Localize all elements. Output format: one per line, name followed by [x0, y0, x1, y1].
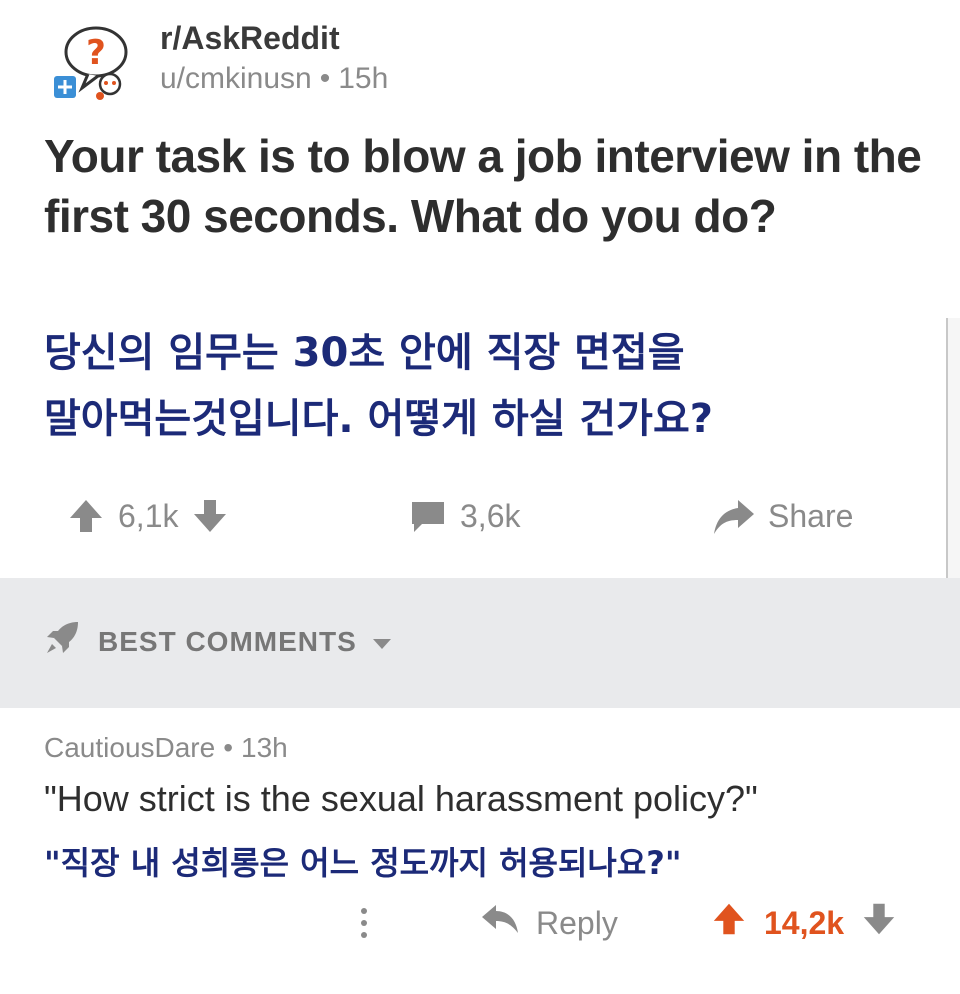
downvote-icon[interactable]: [860, 900, 898, 946]
upvote-icon[interactable]: [66, 496, 106, 536]
comment-bubble-icon: [408, 496, 448, 536]
subreddit-name[interactable]: r/AskReddit: [160, 20, 340, 57]
svg-text:?: ?: [86, 33, 106, 73]
post-score: 6,1k: [118, 497, 179, 534]
comment-age: 13h: [241, 732, 288, 763]
reply-label: Reply: [536, 904, 618, 941]
sort-selector[interactable]: BEST COMMENTS: [44, 620, 393, 663]
upvote-icon[interactable]: [710, 900, 748, 946]
post-age: 15h: [338, 62, 389, 95]
translation-line-2: 말아먹는것입니다. 어떻게 하실 건가요?: [44, 396, 713, 442]
comment: CautiousDare • 13h "How strict is the sexu…: [0, 708, 960, 994]
comment-translation: "직장 내 성희롱은 어느 정도까지 허용되나요?": [44, 844, 682, 882]
meta-separator: •: [319, 62, 331, 95]
askreddit-avatar-icon[interactable]: ?: [52, 18, 140, 106]
more-options-icon[interactable]: [358, 898, 370, 948]
translation-line-1: 당신의 임무는 30초 안에 직장 면접을: [44, 330, 685, 376]
comment-actions: Reply 14,2k: [0, 898, 960, 948]
post-card: ? r/AskReddit u/cmkinusn • 15h Your task i…: [0, 0, 960, 578]
share-button[interactable]: Share: [712, 488, 865, 544]
post-vote: 6,1k: [66, 488, 230, 544]
downvote-icon[interactable]: [190, 496, 230, 536]
post-actions: 6,1k 3,6k Share: [0, 488, 960, 544]
comment-score: 14,2k: [764, 904, 845, 941]
comment-body: "How strict is the sexual harassment pol…: [44, 778, 758, 819]
chevron-down-icon: [371, 626, 393, 658]
rocket-icon: [44, 620, 80, 663]
post-author[interactable]: u/cmkinusn: [160, 62, 312, 95]
reply-arrow-icon: [480, 901, 520, 945]
post-title-translation: 당신의 임무는 30초 안에 직장 면접을 말아먹는것입니다. 어떻게 하실 건…: [44, 320, 944, 452]
post-title[interactable]: Your task is to blow a job interview in …: [44, 126, 924, 246]
reply-button[interactable]: Reply: [480, 898, 618, 948]
comment-author[interactable]: CautiousDare: [44, 732, 215, 763]
comment-vote: 14,2k: [710, 898, 898, 948]
post-meta: u/cmkinusn • 15h: [160, 62, 388, 96]
comment-meta: CautiousDare • 13h: [44, 732, 288, 764]
meta-separator: •: [223, 732, 234, 763]
comment-count: 3,6k: [460, 497, 521, 534]
share-arrow-icon: [712, 496, 756, 536]
share-label: Share: [768, 497, 854, 534]
sort-label: BEST COMMENTS: [98, 625, 357, 657]
comments-button[interactable]: 3,6k: [408, 488, 532, 544]
